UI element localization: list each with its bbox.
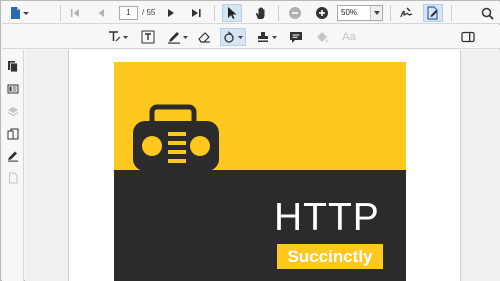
navigation-sidebar [2, 50, 24, 281]
file-icon [11, 7, 29, 19]
layers-button[interactable] [7, 106, 19, 118]
signature-button[interactable] [396, 4, 416, 22]
layers-icon [7, 107, 19, 117]
shape-annotation-button[interactable] [220, 28, 246, 46]
document-viewer[interactable]: HTTP Succinctly [25, 50, 500, 281]
toolbar-separator [390, 5, 391, 21]
page-thumbnails-button[interactable] [7, 60, 19, 72]
select-tool-button[interactable] [222, 4, 242, 22]
panel-icon [461, 31, 475, 43]
current-page-input[interactable]: 1 [119, 6, 138, 20]
comment-button[interactable] [287, 28, 305, 46]
text-style-button[interactable]: Aa [338, 28, 360, 46]
previous-page-icon [98, 9, 104, 17]
annotation-toolbar: Aa [2, 25, 500, 49]
zoom-out-button[interactable] [286, 4, 304, 22]
organize-pages-icon [7, 128, 19, 140]
comment-icon [290, 32, 302, 43]
chevron-down-icon[interactable] [370, 6, 382, 20]
last-page-icon [192, 9, 201, 17]
paint-bucket-icon [317, 32, 328, 43]
last-page-button[interactable] [187, 4, 207, 22]
toolbar-separator [278, 5, 279, 21]
main-toolbar: 1 / 55 50% [2, 2, 500, 24]
pdf-viewer-window: 1 / 55 50% Aa HTTP Succinctly [0, 0, 500, 281]
zoom-level-select[interactable]: 50% [337, 5, 383, 21]
toolbar-separator [451, 5, 452, 21]
search-icon [481, 7, 494, 20]
signature-icon [8, 151, 18, 162]
text-markup-button[interactable] [106, 28, 130, 46]
next-page-button[interactable] [162, 4, 180, 22]
toolbar-separator [60, 5, 61, 21]
pages-icon [8, 61, 18, 72]
free-text-button[interactable] [139, 28, 157, 46]
zoom-level-value: 50% [341, 8, 358, 17]
signature-pen-icon [400, 7, 413, 18]
eraser-button[interactable] [195, 28, 213, 46]
zoom-out-icon [289, 7, 301, 19]
fill-color-button[interactable] [313, 28, 331, 46]
book-cover: HTTP Succinctly [114, 62, 406, 281]
pan-tool-button[interactable] [251, 4, 271, 22]
toggle-panel-button[interactable] [459, 28, 477, 46]
stamp-icon [258, 32, 277, 42]
stamp-button[interactable] [254, 28, 280, 46]
free-text-icon [141, 30, 155, 44]
radio-boombox-icon [133, 104, 219, 171]
pdf-page: HTTP Succinctly [68, 50, 461, 281]
zoom-in-icon [316, 7, 328, 19]
cover-title: HTTP [274, 196, 380, 239]
search-button[interactable] [478, 4, 496, 22]
text-markup-icon [109, 31, 128, 42]
pen-icon [168, 32, 188, 44]
signature-panel-button[interactable] [7, 150, 19, 162]
file-menu-button[interactable] [6, 4, 32, 22]
next-page-icon [168, 9, 174, 17]
eraser-icon [198, 32, 210, 43]
bookmarks-button[interactable] [7, 83, 19, 95]
cursor-arrow-icon [228, 7, 237, 19]
first-page-icon [71, 9, 79, 17]
form-edit-icon [427, 6, 438, 20]
previous-page-button[interactable] [92, 4, 110, 22]
toolbar-separator [214, 5, 215, 21]
organize-pages-button[interactable] [7, 128, 19, 140]
document-icon [9, 172, 18, 184]
first-page-button[interactable] [66, 4, 84, 22]
ink-annotation-button[interactable] [165, 28, 191, 46]
shapes-icon [224, 31, 243, 43]
form-designer-button[interactable] [423, 4, 443, 22]
cover-subtitle: Succinctly [277, 244, 383, 269]
hand-icon [255, 7, 265, 19]
attachments-button[interactable] [7, 172, 19, 184]
bookmark-list-icon [7, 84, 19, 94]
zoom-in-button[interactable] [313, 4, 331, 22]
page-total-label: / 55 [142, 8, 156, 17]
